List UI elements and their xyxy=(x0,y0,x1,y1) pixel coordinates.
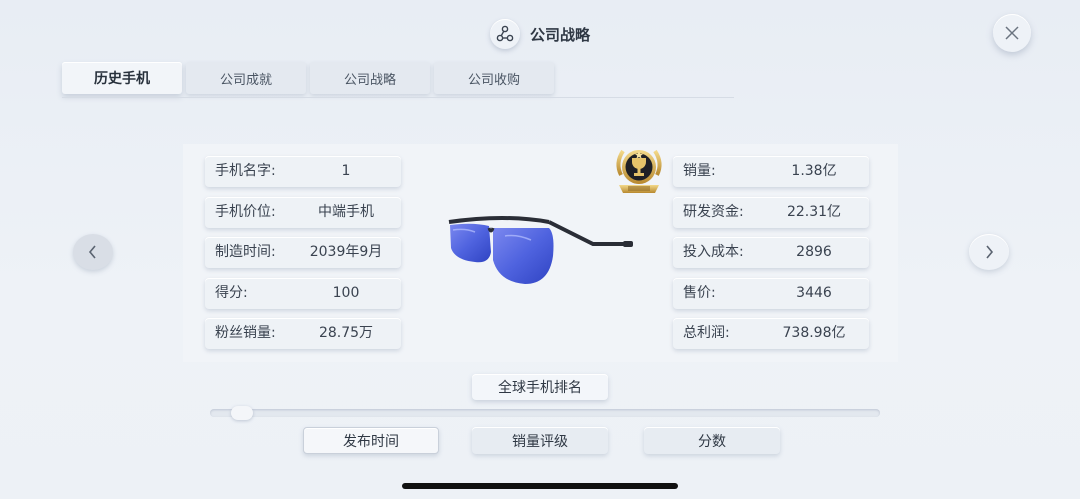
field-label: 制造时间: xyxy=(215,244,276,260)
timeline-slider-track[interactable] xyxy=(210,409,880,417)
page-title: 公司战略 xyxy=(529,25,590,44)
strategy-nodes-icon xyxy=(489,19,520,49)
tab-company-acquisitions[interactable]: 公司收购 xyxy=(434,62,554,94)
field-label: 得分: xyxy=(215,285,248,301)
field-value: 1.38亿 xyxy=(791,163,837,179)
close-button[interactable] xyxy=(993,14,1031,52)
field-score: 得分: 100 xyxy=(205,278,401,309)
field-value: 3446 xyxy=(796,285,832,301)
field-value: 2896 xyxy=(796,244,832,260)
sort-by-release-time-button[interactable]: 发布时间 xyxy=(303,427,439,454)
field-rd-funds: 研发资金: 22.31亿 xyxy=(673,197,869,228)
prev-phone-button[interactable] xyxy=(73,234,113,270)
trophy-award-badge xyxy=(616,149,662,193)
field-value: 28.75万 xyxy=(318,325,374,341)
field-manufacture-date: 制造时间: 2039年9月 xyxy=(205,237,401,268)
field-total-profit: 总利润: 738.98亿 xyxy=(673,318,869,349)
field-value: 100 xyxy=(332,285,360,301)
close-icon xyxy=(1005,26,1019,40)
field-label: 投入成本: xyxy=(683,244,744,260)
global-phone-ranking-button[interactable]: 全球手机排名 xyxy=(472,374,608,400)
field-phone-name: 手机名字: 1 xyxy=(205,156,401,187)
field-value: 中端手机 xyxy=(318,204,374,220)
field-label: 研发资金: xyxy=(683,204,744,220)
tab-divider xyxy=(62,97,734,98)
chevron-right-icon xyxy=(986,245,994,259)
field-label: 总利润: xyxy=(683,325,730,341)
timeline-slider-thumb[interactable] xyxy=(231,406,253,420)
next-phone-button[interactable] xyxy=(969,234,1009,270)
field-fan-sales: 粉丝销量: 28.75万 xyxy=(205,318,401,349)
field-sales-volume: 销量: 1.38亿 xyxy=(673,156,869,187)
field-label: 粉丝销量: xyxy=(215,325,276,341)
field-input-cost: 投入成本: 2896 xyxy=(673,237,869,268)
field-label: 销量: xyxy=(683,163,716,179)
field-price-tier: 手机价位: 中端手机 xyxy=(205,197,401,228)
tab-history-phones[interactable]: 历史手机 xyxy=(62,62,182,94)
tab-bar: 历史手机 公司成就 公司战略 公司收购 xyxy=(62,62,554,94)
home-indicator[interactable] xyxy=(402,483,678,489)
header: 公司战略 xyxy=(0,18,1080,50)
field-label: 售价: xyxy=(683,285,716,301)
field-value: 1 xyxy=(341,163,351,179)
blue-lens-glasses xyxy=(448,216,633,284)
field-label: 手机名字: xyxy=(215,163,276,179)
sort-by-score-button[interactable]: 分数 xyxy=(644,427,780,454)
field-value: 22.31亿 xyxy=(786,204,842,220)
field-label: 手机价位: xyxy=(215,204,276,220)
field-value: 2039年9月 xyxy=(309,244,383,260)
tab-company-strategy[interactable]: 公司战略 xyxy=(310,62,430,94)
field-retail-price: 售价: 3446 xyxy=(673,278,869,309)
field-value: 738.98亿 xyxy=(782,325,846,341)
sort-by-sales-rating-button[interactable]: 销量评级 xyxy=(472,427,608,454)
tab-company-achievements[interactable]: 公司成就 xyxy=(186,62,306,94)
chevron-left-icon xyxy=(88,245,96,259)
